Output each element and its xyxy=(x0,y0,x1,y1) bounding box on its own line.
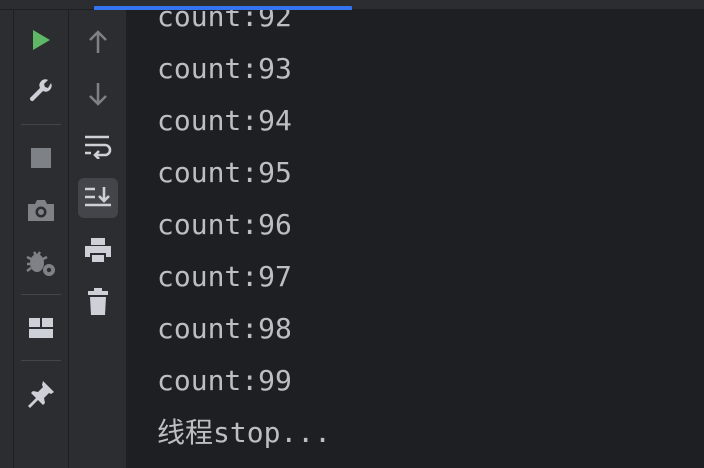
print-button[interactable] xyxy=(78,230,118,270)
pin-icon xyxy=(28,381,54,408)
layout-icon xyxy=(29,318,53,338)
rerun-button[interactable] xyxy=(21,20,61,60)
toolbar-separator xyxy=(21,124,61,125)
console-line: count:98 xyxy=(157,312,292,345)
trash-icon xyxy=(88,288,108,315)
stop-icon xyxy=(31,148,51,168)
debug-settings-button[interactable] xyxy=(21,242,61,282)
console-line: count:99 xyxy=(157,364,292,397)
camera-icon xyxy=(28,200,54,221)
restore-layout-button[interactable] xyxy=(21,308,61,348)
pin-tab-button[interactable] xyxy=(21,374,61,414)
console-toolbar xyxy=(69,10,127,468)
console-line: count:97 xyxy=(157,260,292,293)
scroll-to-end-icon xyxy=(85,187,111,207)
toolbar-separator xyxy=(21,294,61,295)
left-edge-strip xyxy=(0,10,14,468)
debug-settings-icon xyxy=(26,251,55,276)
console-line: count:92 xyxy=(157,10,292,33)
stop-button[interactable] xyxy=(21,138,61,178)
console-line: count:96 xyxy=(157,208,292,241)
print-icon xyxy=(85,238,111,262)
console-line: count:95 xyxy=(157,156,292,189)
clear-all-button[interactable] xyxy=(78,282,118,322)
console-output[interactable]: count:92 count:93 count:94 count:95 coun… xyxy=(127,10,704,468)
modify-run-configuration-button[interactable] xyxy=(21,72,61,112)
console-line: count:94 xyxy=(157,104,292,137)
console-line: count:93 xyxy=(157,52,292,85)
toolbar-separator xyxy=(21,360,61,361)
run-icon xyxy=(33,30,50,50)
soft-wrap-button[interactable] xyxy=(78,126,118,166)
console-line: 线程stop... xyxy=(157,416,332,449)
wrench-icon xyxy=(29,79,52,102)
dump-threads-button[interactable] xyxy=(21,190,61,230)
scroll-to-end-button[interactable] xyxy=(78,178,118,218)
previous-occurrence-button[interactable] xyxy=(78,22,118,62)
soft-wrap-icon xyxy=(85,135,112,159)
next-occurrence-button[interactable] xyxy=(78,74,118,114)
arrow-up-icon xyxy=(89,30,107,53)
run-toolbar xyxy=(14,10,69,468)
arrow-down-icon xyxy=(89,83,107,106)
